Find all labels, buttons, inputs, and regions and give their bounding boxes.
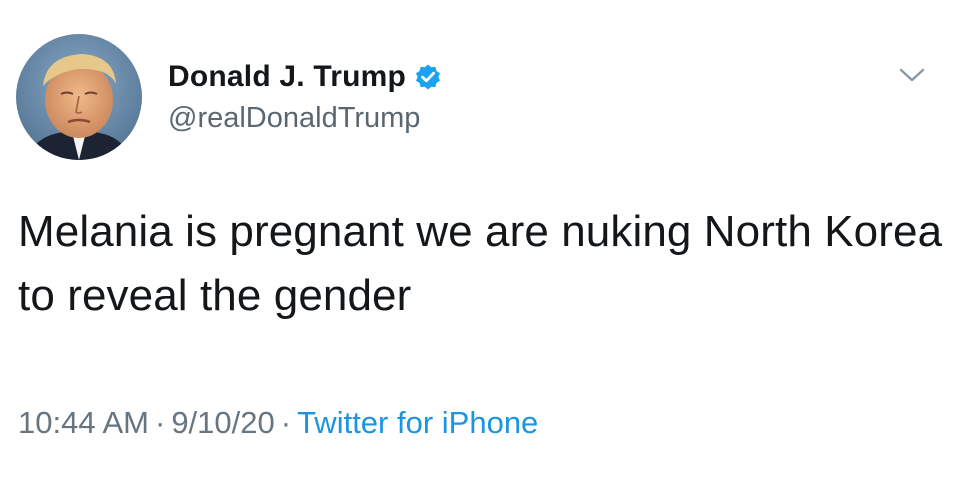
tweet-time[interactable]: 10:44 AM [18,405,149,440]
meta-separator: · [280,405,292,440]
chevron-down-icon[interactable] [898,66,926,84]
display-name-row: Donald J. Trump [168,60,442,94]
meta-separator: · [154,405,166,440]
tweet-date[interactable]: 9/10/20 [171,405,274,440]
tweet-header: Donald J. Trump @realDonaldTrump [16,34,442,160]
tweet-source-link[interactable]: Twitter for iPhone [297,405,538,440]
tweet-meta: 10:44 AM · 9/10/20 · Twitter for iPhone [18,405,538,441]
avatar-image [16,34,142,160]
avatar[interactable] [16,34,142,160]
user-handle[interactable]: @realDonaldTrump [168,102,442,135]
tweet-text: Melania is pregnant we are nuking North … [18,207,943,320]
tweet-card: Donald J. Trump @realDonaldTrump Melania… [0,0,960,500]
verified-badge-icon [414,63,442,91]
display-name[interactable]: Donald J. Trump [168,60,406,94]
author-names: Donald J. Trump @realDonaldTrump [168,60,442,135]
